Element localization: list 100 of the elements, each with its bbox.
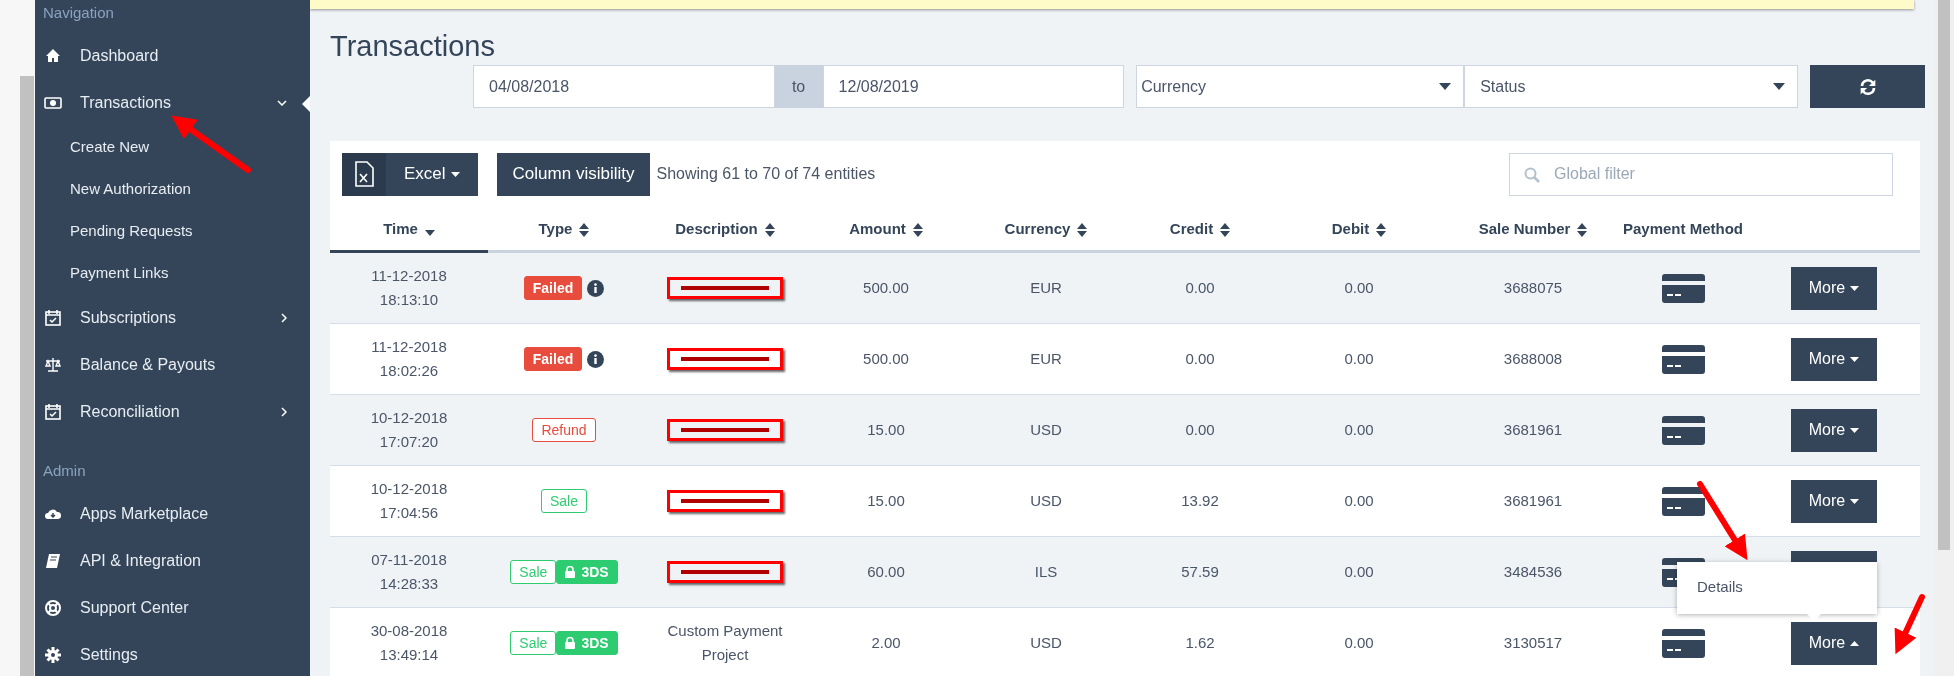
sale-number-text: 3681961 [1503,490,1563,511]
date-field[interactable]: 12/08/2019 [822,65,1125,108]
column-header[interactable]: Credit [1169,218,1214,241]
calendar-check-icon [44,403,62,421]
more-button[interactable]: More [1791,408,1877,452]
column-header[interactable]: Type [538,218,573,241]
time-text: 17:04:56 [379,503,439,523]
date-text: 11-12-2018 [371,337,447,357]
sidebar-subitem[interactable]: Create New [35,126,310,169]
amount-text: 15.00 [867,490,905,511]
more-button[interactable]: More [1791,266,1877,310]
column-header[interactable]: Time [383,218,418,241]
status-badge: Failed [523,347,583,371]
time-text: 14:28:33 [379,574,439,594]
sidebar-item[interactable]: Subscriptions [35,294,310,342]
caret-icon [450,171,460,177]
column-header[interactable]: Description [675,218,758,241]
lock-icon [565,566,576,578]
secure-badge: 3DS [556,560,618,584]
sidebar-item[interactable]: Apps Marketplace [35,490,310,537]
scrollbar[interactable] [1938,0,1950,550]
caret-icon [1773,83,1786,90]
menu-item[interactable]: Details [1677,567,1877,608]
banknote-icon [44,94,62,112]
caret-icon [1850,427,1860,433]
date-field[interactable]: 04/08/2018 [473,65,775,108]
amount-text: 60.00 [867,561,905,582]
credit-card-icon [1661,628,1705,658]
sidebar-item[interactable]: Balance & Payouts [35,341,310,389]
currency-text: USD [1030,632,1062,653]
more-button[interactable]: More [1791,479,1877,523]
column-visibility-button[interactable]: Column visibility [496,152,651,196]
range-separator: to [774,65,823,108]
sidebar-item[interactable]: Settings [35,631,310,676]
amount-text: 500.00 [863,348,909,369]
description-text: Custom Payment Project [666,621,784,665]
excel-button[interactable]: Excel [342,152,478,196]
currency-text: USD [1030,419,1062,440]
credit-text: 0.00 [1185,348,1215,369]
sort-descending-icon[interactable] [424,229,435,236]
caret-icon [1850,356,1860,362]
more-button[interactable]: More [1791,621,1877,665]
section-header: Navigation [42,3,115,23]
column-header[interactable]: Sale Number [1478,218,1571,241]
sort-icon[interactable] [912,222,923,237]
status-badge: Sale [510,631,557,655]
status-badge: Sale [541,489,587,513]
status-badge: Sale [510,560,557,584]
sale-number-text: 3681961 [1503,419,1563,440]
more-button[interactable]: More [1791,337,1877,381]
sidebar-item[interactable]: Reconciliation [35,388,310,436]
date-text: 11-12-2018 [371,266,447,286]
time-text: 18:02:26 [379,361,439,381]
scrollbar[interactable] [20,76,34,676]
sale-number-text: 3130517 [1503,632,1563,653]
column-header[interactable]: Currency [1004,218,1071,241]
sort-icon[interactable] [1077,222,1088,237]
caret-icon [1850,285,1860,291]
sidebar-subitem[interactable]: Pending Requests [35,210,310,253]
debit-text: 0.00 [1344,348,1374,369]
column-header: Payment Method [1623,219,1743,240]
chevron-right-icon [281,313,287,323]
sidebar-item[interactable]: Support Center [35,584,310,631]
search-field[interactable]: Global filter [1509,152,1893,196]
time-text: 13:49:14 [379,645,439,665]
credit-text: 1.62 [1185,632,1215,653]
currency-text: EUR [1030,277,1062,298]
debit-text: 0.00 [1344,632,1374,653]
search-icon [1524,166,1540,183]
sidebar-subitem[interactable]: Payment Links [35,252,310,295]
settings-icon [44,645,62,664]
sidebar-item[interactable]: Dashboard [35,32,310,80]
sort-icon[interactable] [1577,222,1588,237]
credit-text: 13.92 [1181,490,1219,511]
sort-icon[interactable] [579,222,590,237]
column-header[interactable]: Debit [1331,218,1370,241]
sidebar-item[interactable]: API & Integration [35,537,310,584]
info-icon[interactable] [587,350,605,368]
sale-number-text: 3688075 [1503,277,1563,298]
book-icon [44,551,62,570]
refresh-button[interactable] [1810,65,1925,108]
caret-up-icon [1850,640,1860,646]
credit-card-icon [1661,273,1705,303]
sidebar-subitem[interactable]: New Authorization [35,168,310,211]
credit-text: 0.00 [1185,419,1215,440]
page-title: Transactions [330,29,496,63]
status-select[interactable]: Status [1464,65,1799,108]
spreadsheet-file-icon [354,161,374,187]
secure-badge: 3DS [556,631,618,655]
sort-icon[interactable] [1376,222,1387,237]
chevron-right-icon [281,407,287,417]
info-icon[interactable] [587,279,605,297]
annotation-arrow [1894,594,1925,655]
column-header[interactable]: Amount [849,218,906,241]
debit-text: 0.00 [1344,277,1374,298]
sort-icon[interactable] [764,222,775,237]
date-text: 30-08-2018 [370,621,448,641]
sort-icon[interactable] [1220,222,1231,237]
status-badge: Failed [523,276,583,300]
currency-select[interactable]: Currency [1136,65,1465,108]
